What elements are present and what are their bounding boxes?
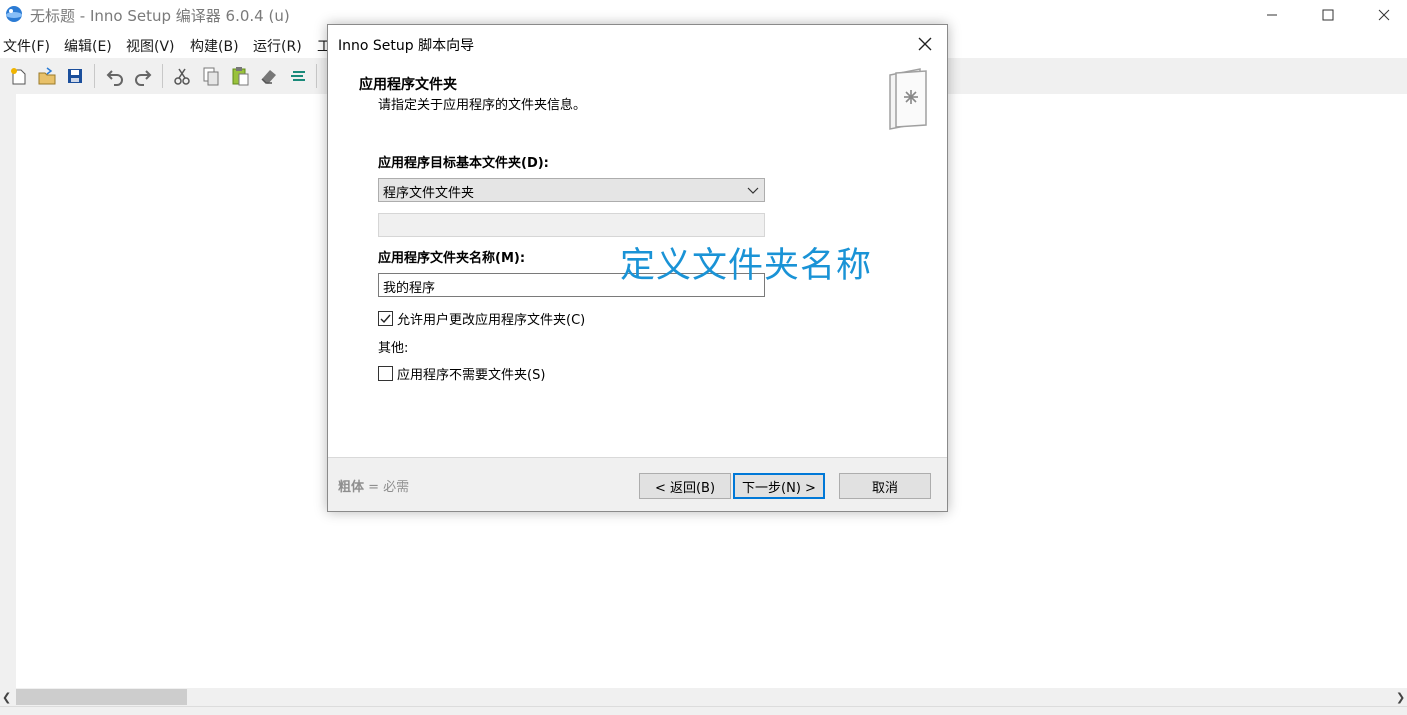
- required-note-rest: = 必需: [364, 480, 410, 495]
- open-folder-icon[interactable]: [36, 65, 58, 87]
- dest-base-label: 应用程序目标基本文件夹(D):: [378, 156, 549, 171]
- maximize-icon: [1322, 9, 1334, 21]
- no-folder-label: 应用程序不需要文件夹(S): [397, 367, 546, 383]
- chevron-down-icon: [747, 187, 759, 194]
- dialog-title: Inno Setup 脚本向导: [338, 38, 475, 54]
- new-file-icon[interactable]: [8, 65, 30, 87]
- required-note: 粗体 = 必需: [338, 476, 409, 495]
- editor-gutter: [0, 94, 16, 688]
- close-window-button[interactable]: [1361, 0, 1407, 30]
- allow-change-checkbox[interactable]: [378, 310, 393, 326]
- menu-run[interactable]: 运行(R): [253, 36, 302, 56]
- no-folder-checkbox[interactable]: [378, 365, 393, 381]
- annotation-text: 定义文件夹名称: [620, 246, 873, 286]
- cancel-button[interactable]: 取消: [839, 473, 931, 499]
- horizontal-scrollbar[interactable]: ❮ ❯: [0, 688, 1407, 706]
- scroll-left-icon[interactable]: ❮: [2, 691, 11, 704]
- maximize-button[interactable]: [1305, 0, 1351, 30]
- dest-base-select[interactable]: 程序文件文件夹: [378, 178, 765, 202]
- folder-name-label: 应用程序文件夹名称(M):: [378, 251, 526, 266]
- menu-edit[interactable]: 编辑(E): [64, 36, 112, 56]
- menu-view[interactable]: 视图(V): [126, 36, 175, 56]
- menu-build[interactable]: 构建(B): [190, 36, 239, 56]
- toolbar-separator: [94, 64, 95, 88]
- other-label: 其他:: [378, 341, 409, 356]
- scrollbar-thumb[interactable]: [16, 689, 187, 705]
- copy-icon[interactable]: [200, 65, 222, 87]
- redo-icon[interactable]: [132, 65, 154, 87]
- status-bar: [0, 706, 1407, 715]
- minimize-button[interactable]: [1249, 0, 1295, 30]
- allow-change-checkbox-row[interactable]: 允许用户更改应用程序文件夹(C): [378, 309, 586, 328]
- undo-icon[interactable]: [104, 65, 126, 87]
- folder-name-value: 我的程序: [383, 281, 436, 296]
- no-folder-checkbox-row[interactable]: 应用程序不需要文件夹(S): [378, 364, 546, 383]
- minimize-icon: [1267, 14, 1277, 16]
- dest-base-value: 程序文件文件夹: [383, 186, 475, 201]
- paste-icon[interactable]: [229, 65, 251, 87]
- checkmark-icon: [380, 314, 391, 323]
- cut-icon[interactable]: [171, 65, 193, 87]
- dialog-footer: 粗体 = 必需 < 返回(B) 下一步(N) > 取消: [328, 457, 947, 511]
- page-subtitle: 请指定关于应用程序的文件夹信息。: [378, 98, 587, 113]
- scroll-right-icon[interactable]: ❯: [1396, 691, 1405, 704]
- custom-path-field: [378, 213, 765, 237]
- close-icon: [1378, 9, 1390, 21]
- next-button[interactable]: 下一步(N) >: [733, 473, 825, 499]
- wizard-page-icon: [889, 68, 927, 130]
- toolbar-separator: [162, 64, 163, 88]
- menu-file[interactable]: 文件(F): [3, 36, 50, 56]
- align-icon[interactable]: [287, 65, 309, 87]
- eraser-icon[interactable]: [258, 65, 280, 87]
- allow-change-label: 允许用户更改应用程序文件夹(C): [397, 312, 586, 328]
- window-title: 无标题 - Inno Setup 编译器 6.0.4 (u): [30, 7, 290, 25]
- save-icon[interactable]: [64, 65, 86, 87]
- required-note-bold: 粗体: [338, 480, 365, 495]
- toolbar-separator: [316, 64, 317, 88]
- back-button[interactable]: < 返回(B): [639, 473, 731, 499]
- dialog-close-icon[interactable]: [914, 33, 936, 55]
- page-title: 应用程序文件夹: [359, 77, 457, 93]
- inno-setup-app-icon: [6, 6, 22, 22]
- script-wizard-dialog: Inno Setup 脚本向导 应用程序文件夹 请指定关于应用程序的文件夹信息。…: [327, 24, 948, 512]
